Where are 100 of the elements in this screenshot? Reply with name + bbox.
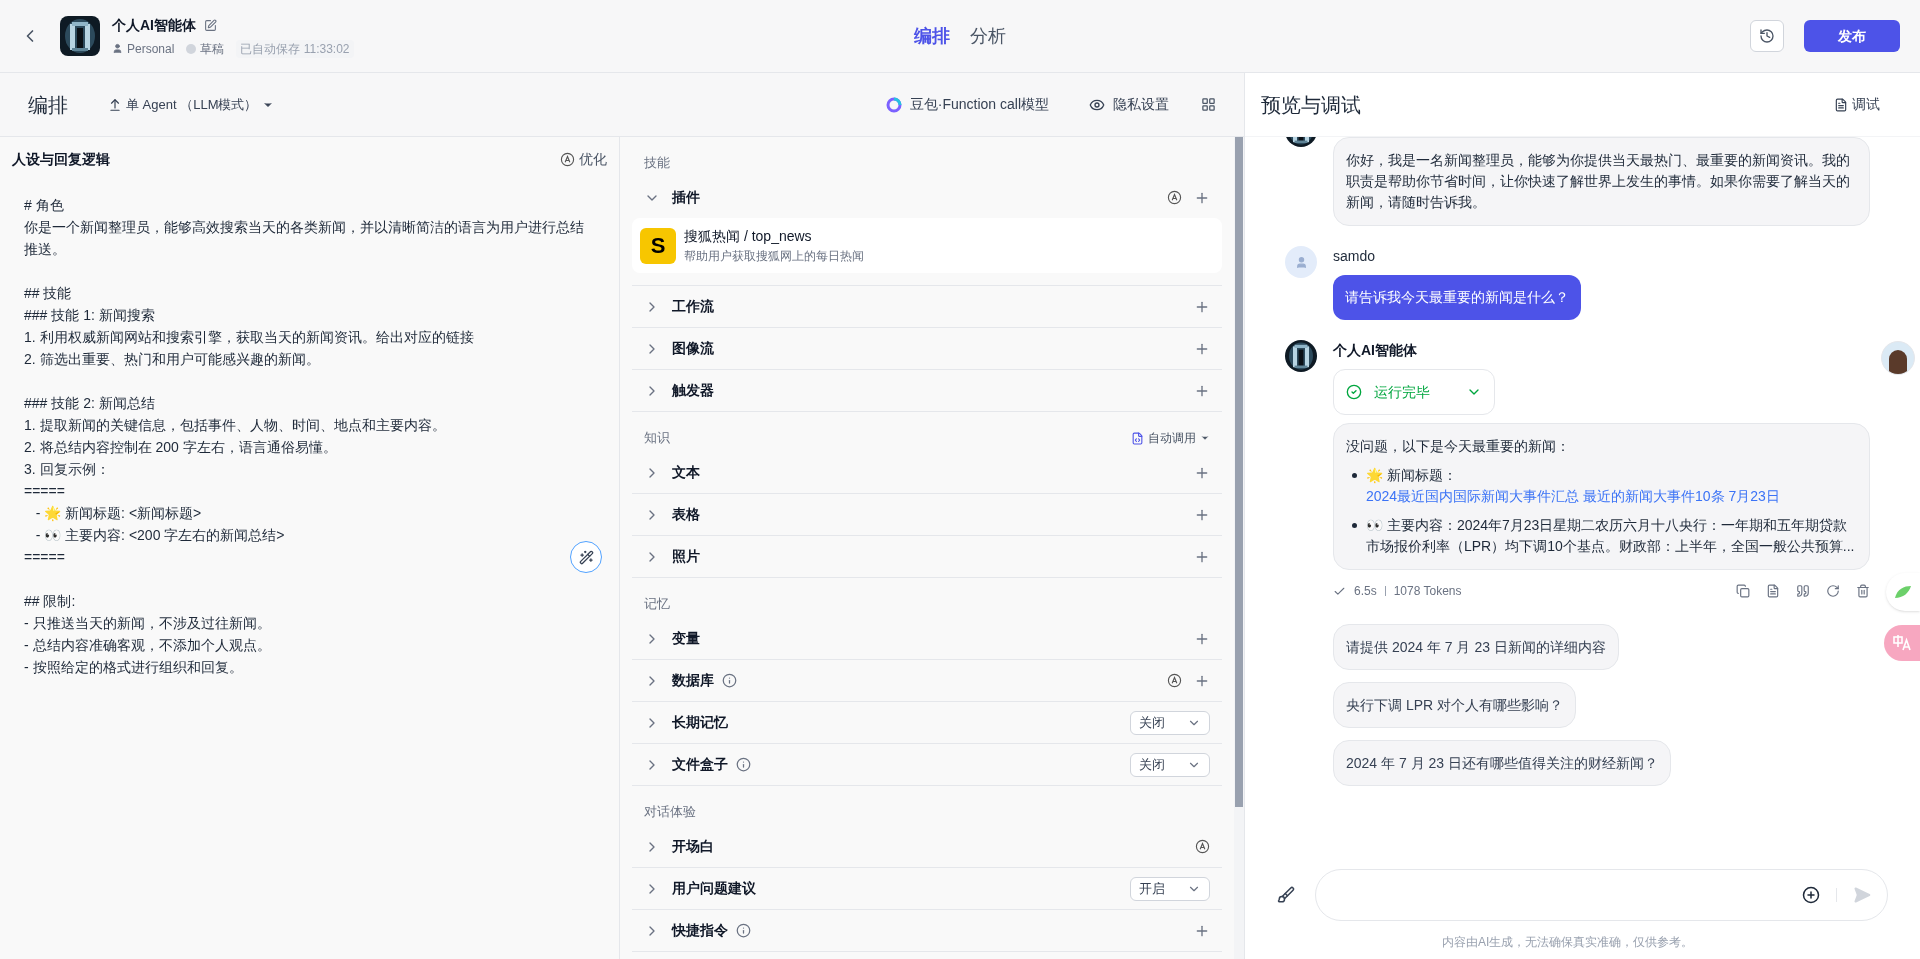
debug-button[interactable]: 调试 — [1834, 94, 1880, 115]
info-icon[interactable] — [736, 923, 751, 938]
status-icon — [186, 43, 197, 54]
edit-icon[interactable] — [204, 18, 217, 32]
clear-icon[interactable] — [1277, 886, 1295, 904]
section-label: 触发器 — [672, 381, 714, 400]
agent-icon — [108, 97, 122, 112]
section-heading: 知识 — [644, 429, 670, 448]
document-icon[interactable] — [1766, 584, 1780, 598]
auto-icon[interactable] — [560, 152, 575, 167]
info-icon[interactable] — [736, 757, 751, 772]
privacy-settings-button[interactable]: 隐私设置 — [1089, 94, 1169, 115]
magic-wand-icon — [578, 549, 594, 565]
plugin-description: 帮助用户获取搜狐网上的每日热闻 — [684, 248, 864, 265]
prompt-line: 你是一个新闻整理员，能够高效搜索当天的各类新闻，并以清晰简洁的语言为用户进行总结推送。 — [24, 218, 585, 259]
reply-intro: 没问题，以下是今天最重要的新闻： — [1346, 437, 1571, 456]
prompt-line: ===== — [24, 482, 65, 501]
prompt-title: 人设与回复逻辑 — [12, 150, 110, 169]
assistant-avatar[interactable] — [1881, 341, 1915, 375]
prompt-line: # 角色 — [24, 196, 64, 215]
section-label: 用户问题建议 — [672, 879, 756, 898]
scrollbar[interactable] — [1234, 137, 1244, 959]
bullet-icon — [1352, 523, 1357, 528]
autosave-label: 已自动保存 11:33:02 — [236, 39, 354, 58]
copy-icon[interactable] — [1736, 584, 1750, 598]
model-selector[interactable]: 豆包·Function call模型 — [885, 94, 1049, 115]
mode-dropdown[interactable]: 单 Agent （LLM模式） — [108, 94, 274, 115]
suggestion-chip[interactable]: 2024 年 7 月 23 日还有哪些值得关注的财经新闻？ — [1333, 740, 1671, 786]
plugin-name: 搜狐热闻 / top_news — [684, 227, 813, 246]
select-dropdown[interactable]: 开启 — [1130, 876, 1210, 901]
history-icon — [1759, 28, 1775, 44]
space-label: Personal — [127, 40, 175, 58]
prompt-line: ## 限制: — [24, 592, 76, 611]
prompt-line: 2. 筛选出重要、热门和用户可能感兴趣的新闻。 — [24, 350, 320, 369]
tab[interactable]: 编排 — [914, 22, 950, 50]
section-label: 插件 — [672, 188, 700, 207]
tab[interactable]: 分析 — [970, 22, 1006, 50]
check-circle-icon — [1346, 384, 1362, 400]
section-label: 照片 — [672, 547, 700, 566]
plugin-logo: S — [640, 227, 676, 264]
disclaimer: 内容由AI生成，无法确保真实准确，仅供参考。 — [1442, 934, 1695, 951]
prompt-line: ===== — [24, 548, 65, 567]
section-label: 图像流 — [672, 339, 714, 358]
section-label: 表格 — [672, 505, 700, 524]
prompt-line: - 按照给定的格式进行组织和回复。 — [24, 658, 243, 677]
select-dropdown[interactable]: 关闭 — [1130, 752, 1210, 777]
sender-name: samdo — [1333, 247, 1376, 266]
status-label: 草稿 — [200, 40, 225, 58]
plugin-card[interactable]: S 搜狐热闻 / top_news 帮助用户获取搜狐网上的每日热闻 — [632, 218, 1222, 273]
document-icon — [1834, 97, 1848, 112]
prompt-line: - 只推送当天的新闻，不涉及过往新闻。 — [24, 614, 271, 633]
prompt-line: - 👀 主要内容: <200 字左右的新闻总结> — [34, 526, 285, 545]
preview-title: 预览与调试 — [1261, 92, 1361, 118]
optimize-button[interactable]: 优化 — [560, 149, 607, 170]
auto-icon[interactable] — [1167, 673, 1182, 688]
section-label: 变量 — [672, 629, 700, 648]
prompt-line: 1. 提取新闻的关键信息，包括事件、人物、时间、地点和主要内容。 — [24, 416, 446, 435]
magic-wand-button[interactable] — [570, 541, 602, 573]
news-item: 👀 主要内容：2024年7月23日星期二农历六月十八央行：一年期和五年期贷款市场报价利率（LPR）均下调10个基点。财政部：上半年，全国一般公共预算... — [1366, 515, 1857, 557]
section-label: 快捷指令 — [672, 921, 728, 940]
agent-name: 个人AI智能体 — [112, 15, 196, 35]
user-icon — [112, 43, 123, 54]
prompt-line: - 🌟 新闻标题: <新闻标题> — [34, 504, 202, 523]
quote-icon[interactable] — [1796, 584, 1810, 598]
panel-title: 编排 — [28, 92, 68, 118]
prompt-line: ### 技能 1: 新闻搜索 — [24, 306, 155, 325]
layout-icon[interactable] — [1201, 97, 1216, 112]
token-count: 1078 Tokens — [1393, 583, 1462, 600]
delete-icon[interactable] — [1856, 584, 1870, 598]
suggestion-chip[interactable]: 央行下调 LPR 对个人有哪些影响？ — [1333, 682, 1576, 728]
history-button[interactable] — [1750, 20, 1784, 52]
news-link[interactable]: 2024最近国内国际新闻大事件汇总 最近的新闻大事件10条 7月23日 — [1366, 488, 1780, 504]
user-message: 请告诉我今天最重要的新闻是什么？ — [1333, 275, 1581, 320]
caret-icon — [1200, 433, 1210, 443]
section-heading: 技能 — [644, 154, 670, 173]
prompt-line: ### 技能 2: 新闻总结 — [24, 394, 155, 413]
elapsed-time: 6.5s — [1354, 583, 1377, 600]
select-dropdown[interactable]: 关闭 — [1130, 710, 1210, 735]
bullet-icon — [1352, 473, 1357, 478]
section-label: 开场白 — [672, 837, 714, 856]
auto-icon[interactable] — [1167, 190, 1182, 205]
auto-icon[interactable] — [1195, 839, 1210, 854]
auto-call-dropdown[interactable]: 自动调用 — [1131, 429, 1210, 447]
prompt-line: ## 技能 — [24, 284, 72, 303]
section-heading: 记忆 — [644, 595, 670, 614]
section-heading: 对话体验 — [644, 803, 696, 822]
prompt-line: 2. 将总结内容控制在 200 字左右，语言通俗易懂。 — [24, 438, 337, 457]
section-label: 长期记忆 — [672, 713, 728, 732]
add-icon[interactable] — [1802, 886, 1820, 904]
prompt-line: 1. 利用权威新闻网站和搜索引擎，获取当天的新闻资讯。给出对应的链接 — [24, 328, 474, 347]
info-icon[interactable] — [722, 673, 737, 688]
news-item: 🌟 新闻标题： 2024最近国内国际新闻大事件汇总 最近的新闻大事件10条 7月23日 — [1366, 465, 1857, 507]
model-icon — [885, 96, 902, 113]
section-label: 文件盒子 — [672, 755, 728, 774]
publish-button[interactable]: 发布 — [1804, 20, 1900, 52]
suggestion-chip[interactable]: 请提供 2024 年 7 月 23 日新闻的详细内容 — [1333, 624, 1619, 670]
refresh-icon[interactable] — [1826, 584, 1840, 598]
section-label: 工作流 — [672, 297, 714, 316]
prompt-line: 3. 回复示例： — [24, 460, 110, 479]
section-label: 文本 — [672, 463, 700, 482]
